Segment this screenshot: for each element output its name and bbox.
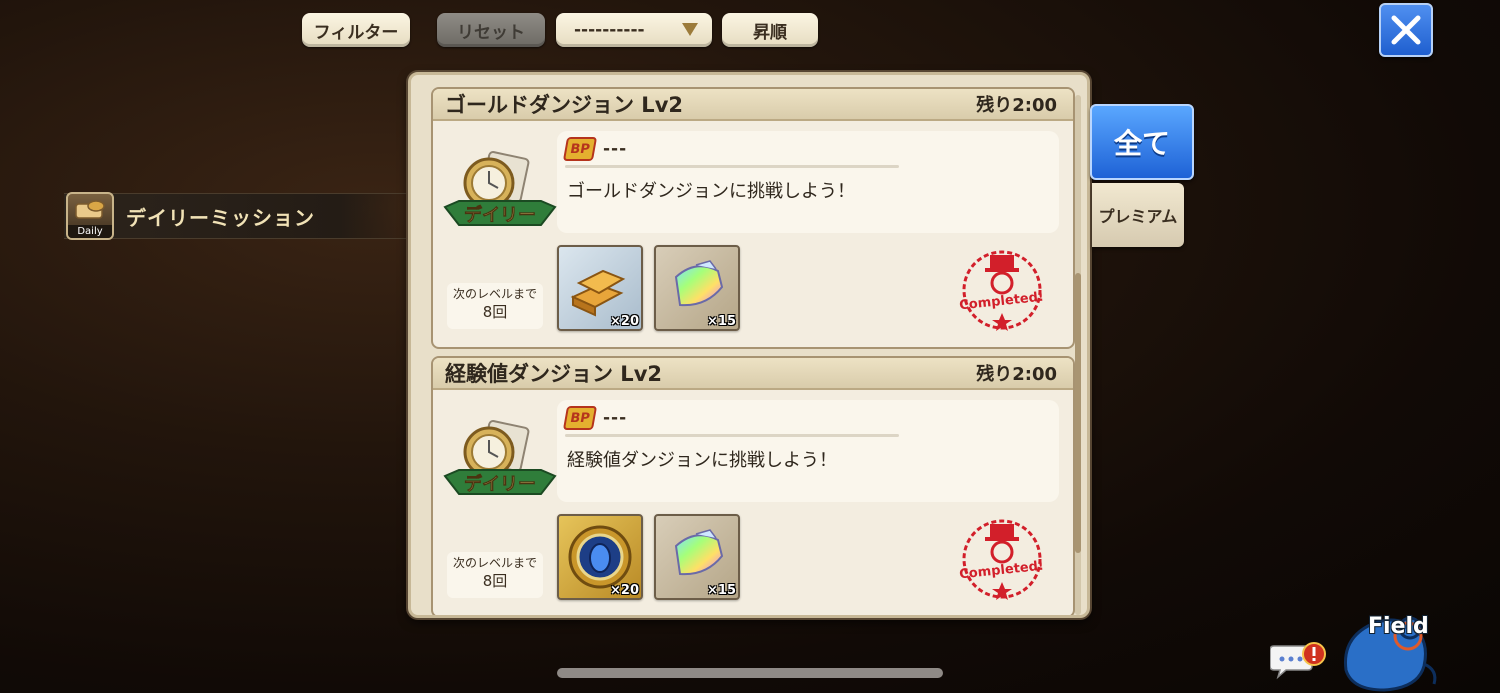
daily-badge: デイリー — [443, 151, 557, 226]
reward-quantity: ×15 — [707, 314, 736, 329]
next-level-value: 8回 — [482, 571, 508, 590]
svg-text:デイリー: デイリー — [464, 204, 536, 226]
chevron-down-icon — [682, 23, 698, 36]
tab-all[interactable]: 全て — [1090, 104, 1194, 180]
bp-icon: BP — [562, 406, 598, 430]
completed-stamp: Completed! — [959, 519, 1045, 600]
pocket-watch-icon — [463, 151, 530, 209]
reward-quantity: ×20 — [610, 583, 639, 598]
bp-icon: BP — [562, 137, 598, 161]
reward-rainbow-crystal[interactable]: ×15 — [654, 514, 740, 600]
next-level-box: 次のレベルまで 8回 — [447, 552, 543, 598]
mission-remaining-time: 残り2:00 — [976, 364, 1057, 385]
chat-icon[interactable] — [1270, 640, 1326, 680]
mission-card[interactable]: ゴールドダンジョン Lv2 残り2:00 デイリー BP --- ゴールドダンジ… — [431, 87, 1075, 349]
tab-premium[interactable]: プレミアム — [1092, 183, 1184, 247]
completed-stamp: Completed! — [959, 250, 1045, 331]
sort-order-button[interactable]: 昇順 — [722, 13, 818, 47]
mission-title: 経験値ダンジョン Lv2 — [445, 362, 662, 386]
next-level-label: 次のレベルまで — [452, 556, 537, 570]
mission-header: ゴールドダンジョン Lv2 残り2:00 — [433, 89, 1073, 121]
daily-tag: Daily — [68, 225, 112, 238]
divider — [565, 165, 899, 168]
scroll-icon — [75, 200, 105, 219]
filter-button[interactable]: フィルター — [302, 13, 410, 47]
category-label: デイリーミッション — [126, 205, 315, 230]
svg-text:Completed!: Completed! — [959, 559, 1045, 583]
pocket-watch-icon — [463, 420, 530, 478]
reset-button[interactable]: リセット — [437, 13, 545, 47]
reward-exp-orb[interactable]: ×20 — [557, 514, 643, 600]
reward-gold-bars[interactable]: ×20 — [557, 245, 643, 331]
svg-text:Completed!: Completed! — [959, 290, 1045, 314]
close-button[interactable] — [1379, 3, 1433, 57]
sort-select-value: ---------- — [574, 20, 645, 40]
bp-value: --- — [603, 139, 628, 159]
mission-card[interactable]: 経験値ダンジョン Lv2 残り2:00 デイリー BP --- 経験値ダンジョン… — [431, 356, 1075, 615]
bp-value: --- — [603, 408, 628, 428]
mission-title: ゴールドダンジョン Lv2 — [445, 93, 683, 117]
next-level-label: 次のレベルまで — [452, 287, 537, 301]
reward-quantity: ×15 — [707, 583, 736, 598]
field-label: Field — [1368, 614, 1429, 639]
reward-quantity: ×20 — [610, 314, 639, 329]
mission-description-box: BP --- 経験値ダンジョンに挑戦しよう！ — [557, 400, 1059, 502]
mission-description: 経験値ダンジョンに挑戦しよう！ — [567, 450, 837, 471]
mission-header: 経験値ダンジョン Lv2 残り2:00 — [433, 358, 1073, 390]
mission-description-box: BP --- ゴールドダンジョンに挑戦しよう！ — [557, 131, 1059, 233]
reward-rainbow-crystal[interactable]: ×15 — [654, 245, 740, 331]
divider — [565, 434, 899, 437]
next-level-box: 次のレベルまで 8回 — [447, 283, 543, 329]
mission-remaining-time: 残り2:00 — [976, 95, 1057, 116]
svg-text:デイリー: デイリー — [464, 473, 536, 495]
sort-select[interactable]: ---------- — [556, 13, 712, 47]
close-icon — [1391, 15, 1421, 45]
daily-mission-icon: Daily — [66, 192, 114, 240]
next-level-value: 8回 — [482, 302, 508, 321]
mission-description: ゴールドダンジョンに挑戦しよう！ — [567, 181, 855, 202]
mission-list-panel[interactable]: ゴールドダンジョン Lv2 残り2:00 デイリー BP --- ゴールドダンジ… — [408, 72, 1090, 618]
home-indicator[interactable] — [557, 668, 943, 678]
scrollbar-thumb[interactable] — [1075, 273, 1081, 553]
daily-badge: デイリー — [443, 420, 557, 495]
category-daily-mission[interactable]: Daily デイリーミッション — [64, 192, 409, 240]
